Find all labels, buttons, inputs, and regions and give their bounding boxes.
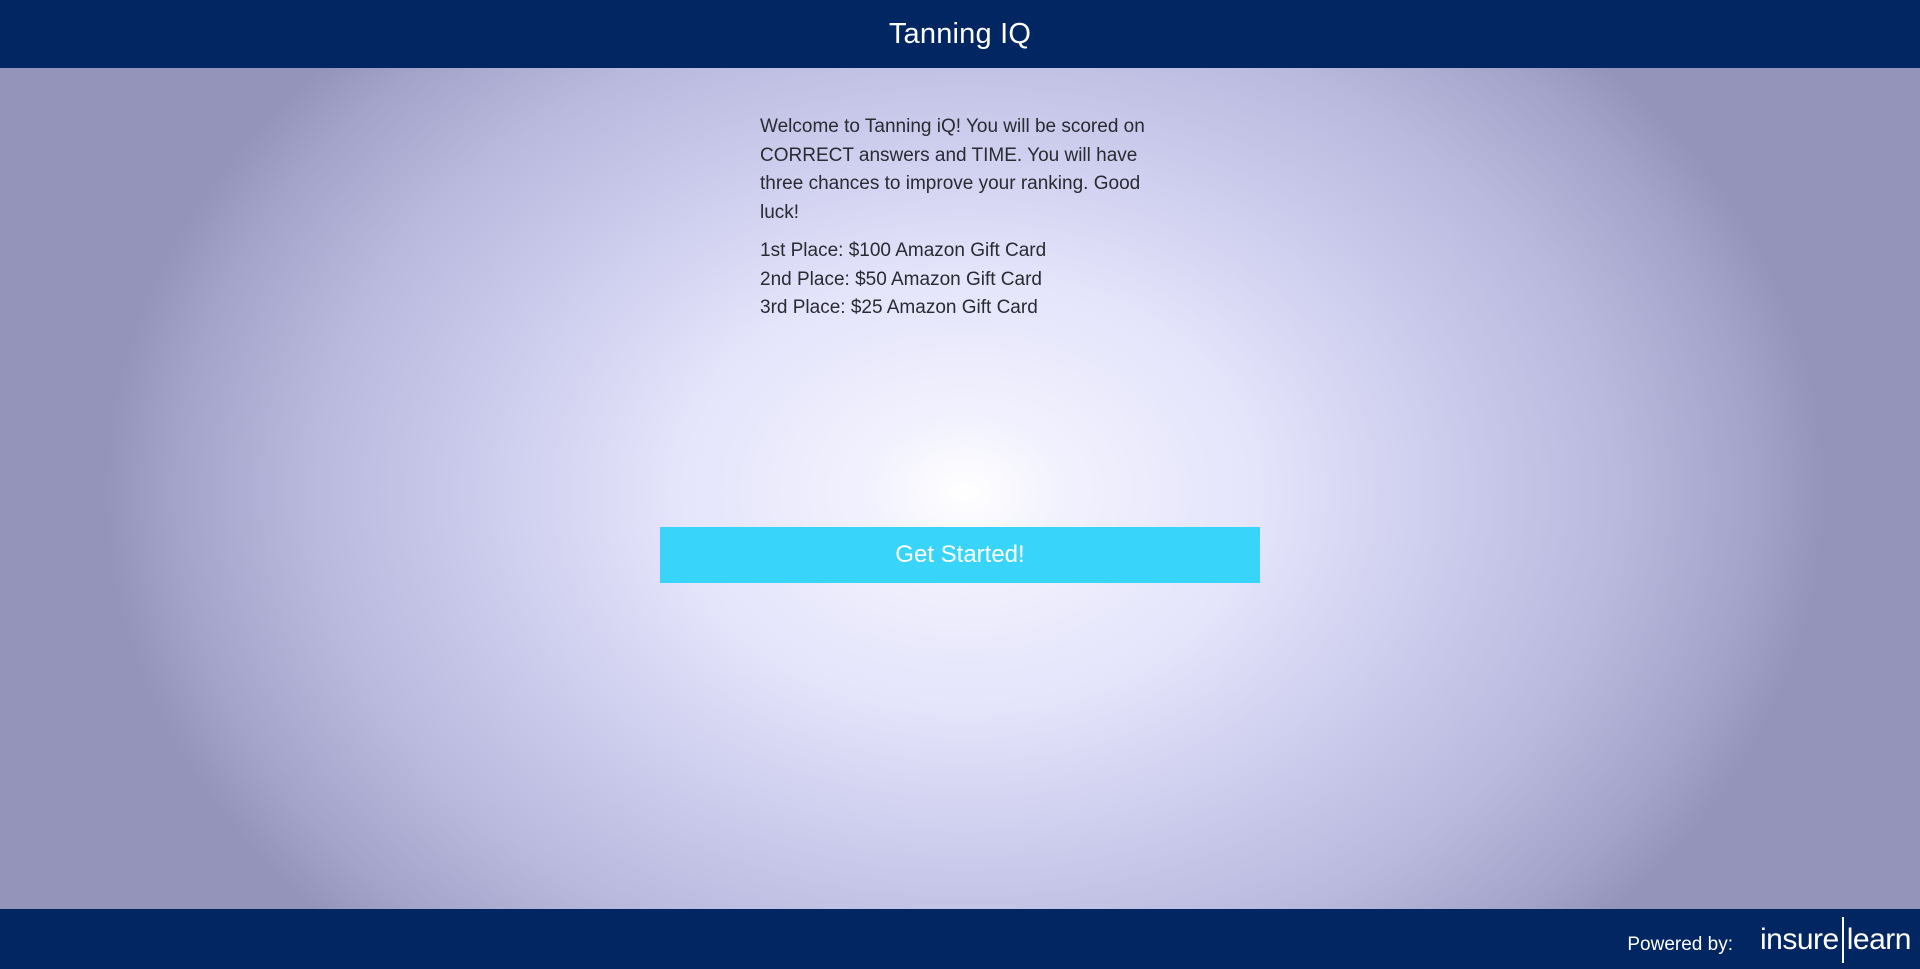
logo-divider — [1841, 917, 1844, 963]
logo-text-learn: learn — [1846, 923, 1912, 956]
prize-second: 2nd Place: $50 Amazon Gift Card — [760, 268, 1042, 290]
logo-text-insure: insure — [1760, 923, 1839, 956]
powered-by-label: Powered by: — [1627, 934, 1733, 955]
intro-panel: Welcome to Tanning iQ! You will be score… — [760, 113, 1160, 323]
main-content: Welcome to Tanning iQ! You will be score… — [0, 68, 1920, 909]
get-started-button[interactable]: Get Started! — [660, 527, 1260, 583]
page-title: Tanning IQ — [888, 17, 1032, 50]
welcome-text: Welcome to Tanning iQ! You will be score… — [760, 116, 1145, 224]
prize-third: 3rd Place: $25 Amazon Gift Card — [760, 297, 1038, 319]
insurelearn-logo: insure learn — [1760, 917, 1911, 963]
app-header: Tanning IQ — [0, 0, 1920, 68]
prize-first: 1st Place: $100 Amazon Gift Card — [760, 239, 1047, 261]
app-footer: Powered by: insure learn — [0, 909, 1920, 969]
prize-list: 1st Place: $100 Amazon Gift Card 2nd Pla… — [760, 237, 1160, 323]
